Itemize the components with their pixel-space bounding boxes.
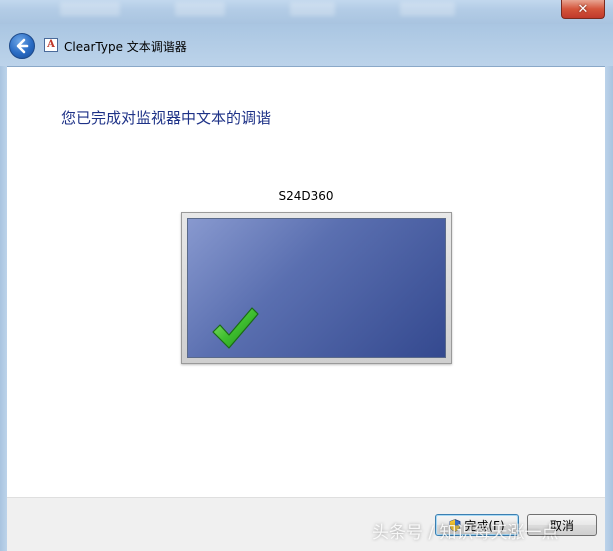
button-bar: 完成(F) 取消	[7, 497, 605, 551]
navigation-bar: A ClearType 文本调谐器	[0, 24, 613, 66]
monitor-screen	[187, 218, 446, 358]
main-content: 您已完成对监视器中文本的调谐 S24D360	[7, 66, 605, 497]
window-frame-left	[0, 66, 7, 551]
cancel-button[interactable]: 取消	[527, 514, 597, 536]
page-heading: 您已完成对监视器中文本的调谐	[61, 109, 272, 127]
title-bar[interactable]: ✕	[0, 0, 613, 24]
titlebar-ghost	[175, 2, 225, 16]
close-button[interactable]: ✕	[561, 0, 605, 19]
titlebar-ghost	[400, 2, 455, 16]
back-button[interactable]	[9, 33, 35, 59]
close-icon: ✕	[577, 1, 589, 17]
window-title: ClearType 文本调谐器	[64, 40, 187, 54]
monitor-name: S24D360	[278, 189, 334, 203]
window-frame-right	[605, 66, 613, 551]
cleartype-window: ✕ A ClearType 文本调谐器 您已完成对监视器中文本的调谐 S24D3…	[0, 0, 613, 551]
titlebar-ghost	[60, 2, 120, 16]
cleartype-icon: A	[44, 38, 58, 52]
back-arrow-icon	[16, 38, 29, 54]
titlebar-ghost	[290, 2, 335, 16]
finish-button[interactable]: 完成(F)	[435, 514, 519, 536]
checkmark-icon	[212, 307, 259, 349]
monitor-preview	[181, 212, 452, 364]
finish-button-label: 完成(F)	[464, 518, 505, 533]
uac-shield-icon	[449, 518, 461, 532]
cancel-button-label: 取消	[549, 518, 574, 533]
